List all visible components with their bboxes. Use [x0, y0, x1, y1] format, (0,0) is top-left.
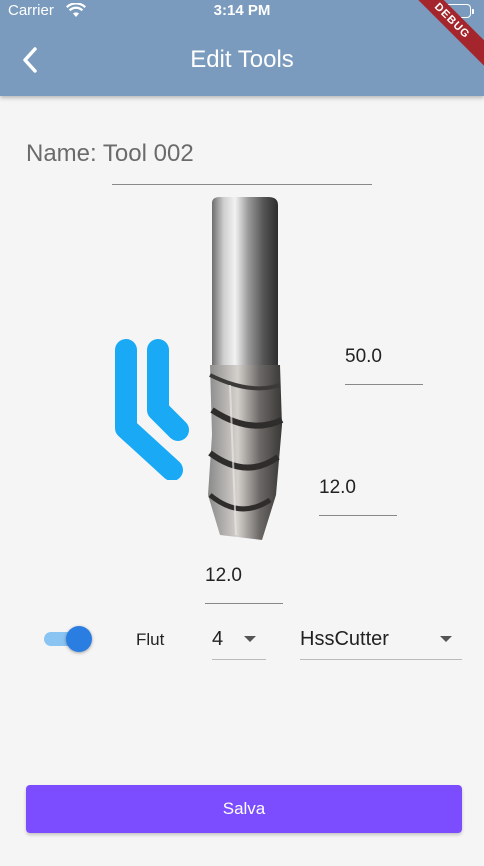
toggle-switch[interactable]: [42, 626, 92, 652]
diameter-field[interactable]: 12.0: [205, 565, 283, 604]
dropdown-caret-icon: [244, 636, 256, 642]
end-mill-image: [200, 195, 290, 550]
tool-length-field[interactable]: 50.0: [345, 346, 423, 385]
tool-name-field[interactable]: Name: Tool 002: [26, 140, 194, 168]
tool-name-underline: [112, 184, 372, 185]
dropdown-caret-icon: [440, 636, 452, 642]
app-bar: Carrier 3:14 PM DEBUG Edit Tools: [0, 0, 484, 96]
flute-length-underline: [319, 515, 397, 516]
tool-length-underline: [345, 384, 423, 385]
status-bar: Carrier 3:14 PM: [0, 0, 484, 24]
diameter-value: 12.0: [205, 565, 242, 586]
tool-length-value: 50.0: [345, 346, 382, 367]
flute-length-value: 12.0: [319, 477, 356, 498]
flut-dropdown[interactable]: 4: [212, 628, 266, 662]
clock: 3:14 PM: [213, 2, 271, 19]
app-logo: [112, 332, 194, 485]
diameter-underline: [205, 603, 283, 604]
cutter-type-dropdown[interactable]: HssCutter: [300, 628, 462, 662]
save-button[interactable]: Salva: [26, 785, 462, 833]
flut-label: Flut: [136, 630, 165, 649]
flute-length-field[interactable]: 12.0: [319, 477, 397, 516]
page-title: Edit Tools: [190, 46, 294, 73]
cutter-type-value: HssCutter: [300, 628, 389, 650]
flut-dropdown-underline: [212, 659, 266, 660]
toggle-thumb: [66, 626, 92, 652]
cutter-type-underline: [300, 659, 462, 660]
flut-dropdown-value: 4: [212, 628, 224, 650]
